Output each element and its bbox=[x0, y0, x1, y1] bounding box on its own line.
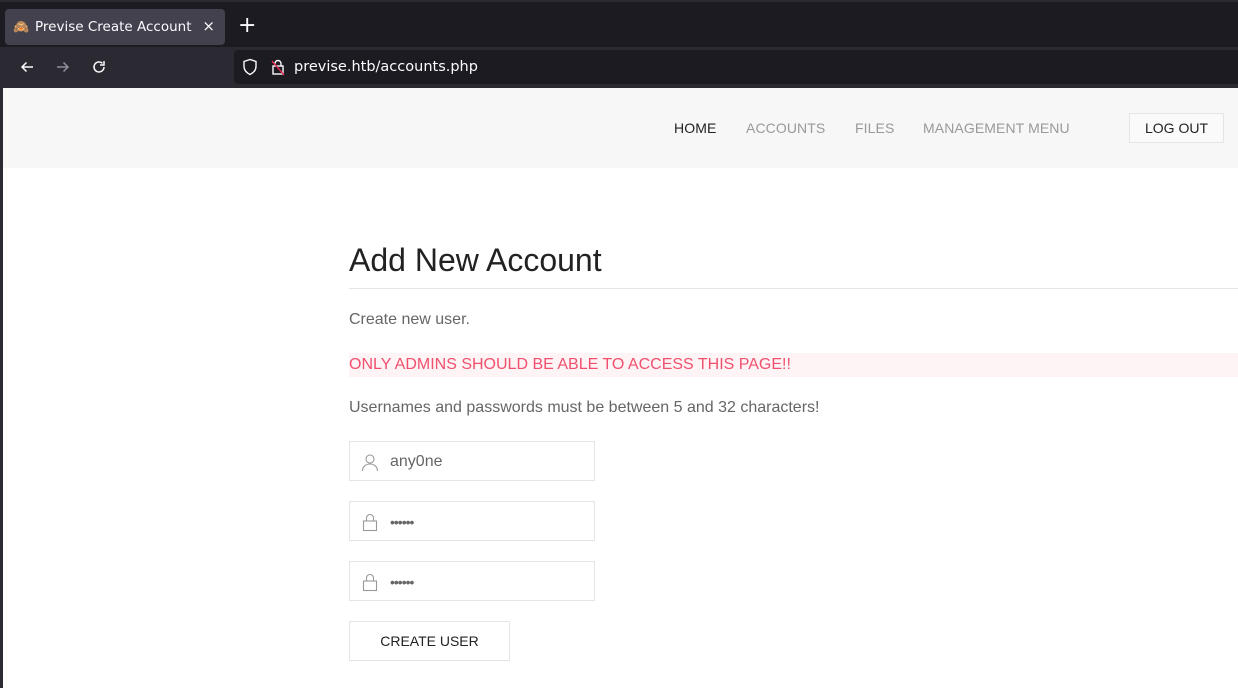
subtitle-text: Create new user. bbox=[349, 311, 470, 328]
user-icon bbox=[361, 454, 379, 472]
arrow-right-icon bbox=[57, 61, 70, 73]
confirm-password-value: •••••• bbox=[390, 574, 414, 590]
site-navbar: HOME ACCOUNTS FILES MANAGEMENT MENU LOG … bbox=[3, 88, 1238, 168]
nav-accounts[interactable]: ACCOUNTS bbox=[746, 120, 825, 136]
length-rule-text: Usernames and passwords must be between … bbox=[349, 399, 820, 416]
close-tab-icon[interactable]: × bbox=[202, 17, 215, 35]
tab-strip: 🙈 Previse Create Account × + bbox=[0, 0, 1238, 47]
admin-warning: ONLY ADMINS SHOULD BE ABLE TO ACCESS THI… bbox=[349, 353, 1238, 377]
logout-button[interactable]: LOG OUT bbox=[1129, 113, 1224, 143]
nav-home[interactable]: HOME bbox=[674, 120, 716, 136]
nav-management-menu[interactable]: MANAGEMENT MENU bbox=[923, 120, 1070, 136]
password-input[interactable]: •••••• bbox=[349, 501, 595, 541]
create-user-button[interactable]: CREATE USER bbox=[349, 621, 510, 661]
password-value: •••••• bbox=[390, 514, 414, 530]
lock-icon bbox=[362, 573, 378, 592]
arrow-left-icon bbox=[20, 61, 33, 73]
main-content: Add New Account Create new user. ONLY AD… bbox=[349, 238, 1238, 417]
nav-files[interactable]: FILES bbox=[855, 120, 894, 136]
browser-tab[interactable]: 🙈 Previse Create Account × bbox=[5, 9, 225, 45]
confirm-password-input[interactable]: •••••• bbox=[349, 561, 595, 601]
back-button[interactable] bbox=[17, 57, 37, 77]
browser-window: 🙈 Previse Create Account × + previse.htb… bbox=[0, 0, 1238, 688]
insecure-lock-icon[interactable] bbox=[270, 58, 286, 76]
reload-button[interactable] bbox=[89, 57, 109, 77]
forward-button[interactable] bbox=[53, 57, 73, 77]
page-title: Add New Account bbox=[349, 242, 602, 278]
reload-icon bbox=[93, 61, 105, 73]
username-input[interactable]: any0ne bbox=[349, 441, 595, 481]
page-viewport: HOME ACCOUNTS FILES MANAGEMENT MENU LOG … bbox=[3, 88, 1238, 688]
url-text[interactable]: previse.htb/accounts.php bbox=[294, 59, 478, 75]
new-tab-button[interactable]: + bbox=[238, 14, 256, 38]
shield-icon[interactable] bbox=[242, 58, 258, 76]
monkey-favicon-icon: 🙈 bbox=[13, 19, 30, 34]
lock-icon bbox=[362, 513, 378, 532]
tab-title: Previse Create Account bbox=[35, 19, 192, 35]
username-value: any0ne bbox=[390, 453, 443, 470]
address-bar[interactable]: previse.htb/accounts.php bbox=[234, 50, 1238, 84]
title-divider bbox=[349, 288, 1238, 289]
